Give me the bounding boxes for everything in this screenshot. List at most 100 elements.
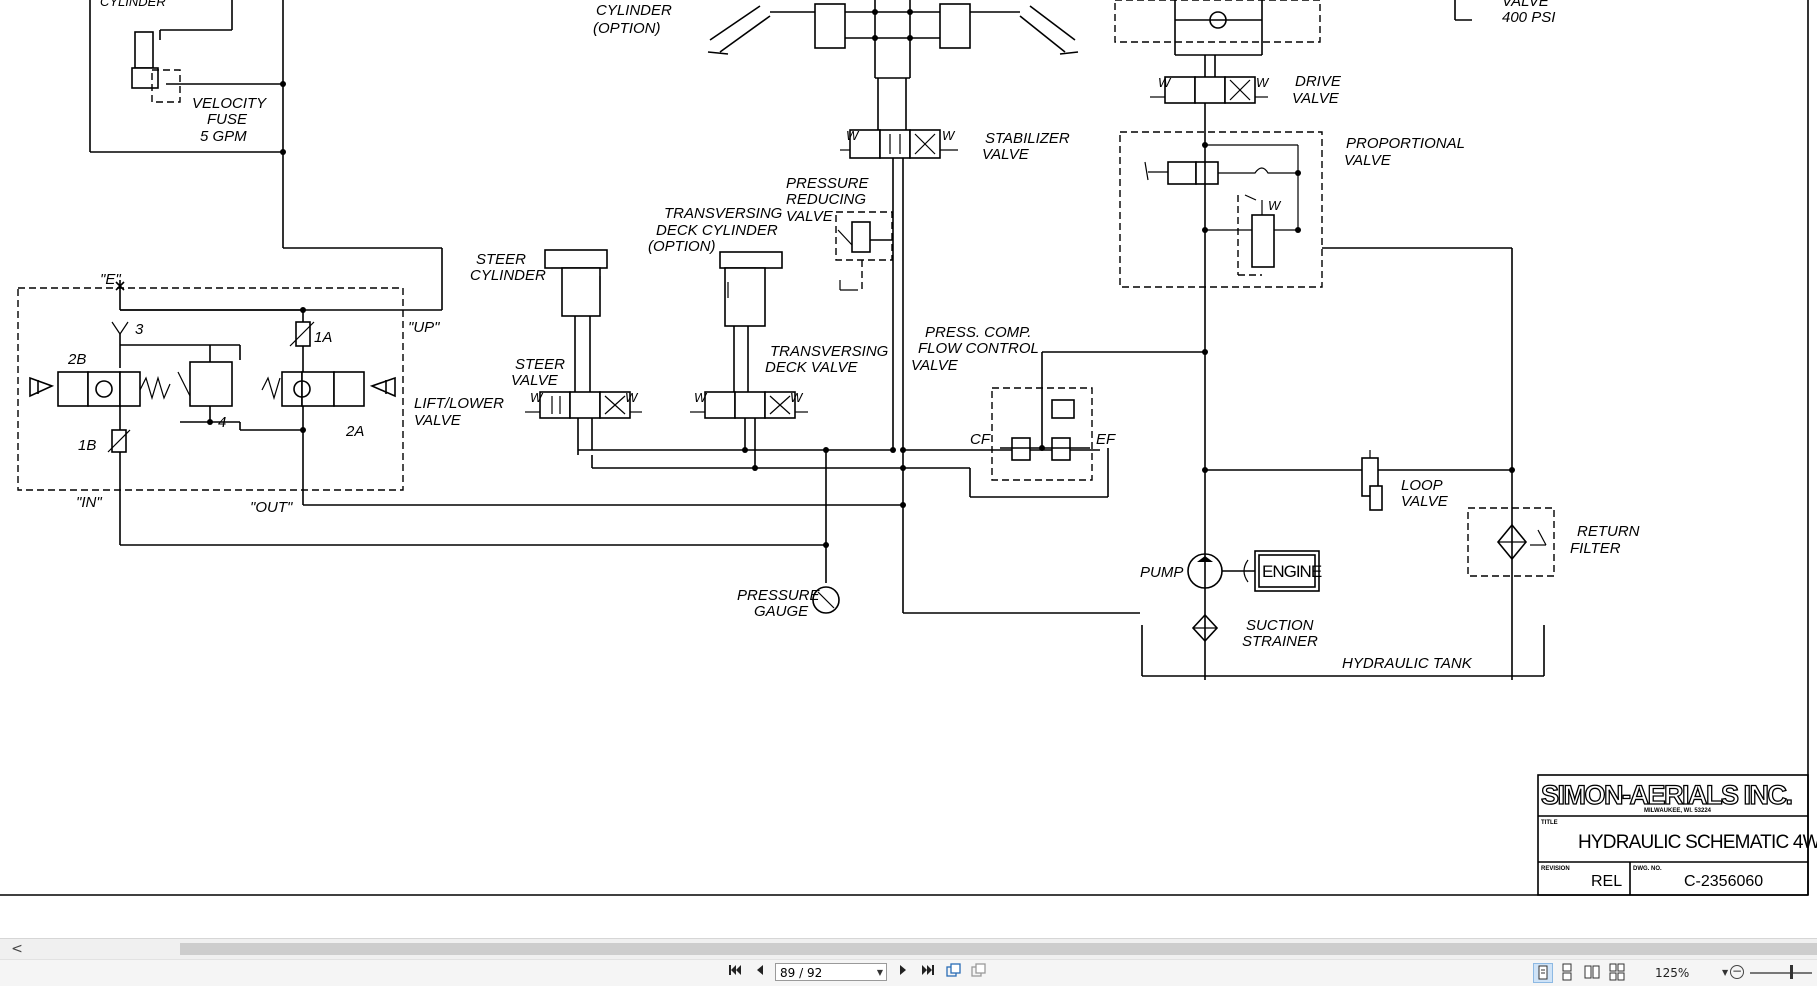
bottom-toolbar: 89 / 92 ▼ 125% ▼ − (0, 959, 1817, 986)
label-stabilizer-valve: STABILIZER (985, 130, 1070, 147)
single-page-icon (1538, 965, 1548, 980)
zoom-out-icon[interactable]: − (1730, 965, 1744, 979)
label-trans-deck-cylinder: TRANSVERSING (664, 205, 783, 222)
label-1a: 1A (314, 329, 332, 346)
zoom-dropdown-icon[interactable]: ▼ (1722, 963, 1728, 983)
label-press-comp: FLOW CONTROL (918, 340, 1039, 357)
label-pressure-reducing: REDUCING (786, 191, 866, 208)
previous-view-icon (946, 963, 961, 977)
previous-page-icon (757, 965, 763, 975)
label-velocity-fuse: VELOCITY (192, 95, 267, 112)
facing-pages-icon (1584, 965, 1600, 979)
label-2a: 2A (345, 423, 364, 440)
center-lines (578, 447, 1140, 614)
label-drive-valve: DRIVE (1295, 73, 1342, 90)
label-suction-strainer: SUCTION (1246, 617, 1314, 634)
proportional-valve (1119, 103, 1513, 680)
label-cylinder-option: (OPTION) (593, 20, 661, 37)
label-steer-cylinder: STEER (476, 251, 526, 268)
pressure-reducing-valve (835, 211, 893, 291)
next-view-icon (971, 963, 986, 977)
label-out: "OUT" (250, 499, 293, 516)
scroll-left-button[interactable]: < (10, 939, 24, 959)
label-4: 4 (218, 414, 226, 431)
label-cylinder-top: CYLINDER (100, 0, 166, 9)
label-trans-deck-cylinder: DECK CYLINDER (656, 222, 778, 239)
facing-view-button[interactable] (1583, 963, 1603, 983)
label-trans-deck-cylinder: (OPTION) (648, 238, 716, 255)
zoom-level[interactable]: 125% (1655, 963, 1689, 983)
flow-control-valve (991, 349, 1208, 481)
label-trans-deck-valve: DECK VALVE (765, 359, 859, 376)
next-view-button[interactable] (969, 963, 989, 983)
single-page-view-button[interactable] (1533, 963, 1553, 983)
scrollbar-thumb[interactable] (180, 943, 1817, 955)
zoom-slider-track[interactable] (1750, 972, 1812, 974)
first-page-icon (729, 965, 741, 975)
last-page-icon (922, 965, 934, 975)
loop-valve (1202, 450, 1515, 511)
continuous-facing-view-button[interactable] (1608, 963, 1628, 983)
label-w: W (625, 390, 639, 405)
page-number-value: 89 / 92 (780, 966, 823, 980)
label-stabilizer-valve: VALVE (982, 146, 1030, 163)
chevron-down-icon[interactable]: ▼ (877, 964, 883, 982)
next-page-button[interactable] (893, 963, 913, 983)
last-page-button[interactable] (918, 963, 938, 983)
label-proportional-valve: PROPORTIONAL (1346, 135, 1465, 152)
label-1b: 1B (78, 437, 96, 454)
label-return-filter: RETURN (1577, 523, 1640, 540)
next-page-icon (900, 965, 906, 975)
label-cylinder-option: CYLINDER (596, 2, 672, 19)
stabilizer-cylinders (707, 0, 1079, 130)
label-ef: EF (1096, 431, 1116, 448)
label-e: "E" (100, 271, 121, 288)
label-loop-valve: VALVE (1401, 493, 1449, 510)
label-pressure-gauge: PRESSURE (737, 587, 821, 604)
continuous-view-button[interactable] (1558, 963, 1578, 983)
label-trans-deck-valve: TRANSVERSING (770, 343, 889, 360)
label-w: W (846, 128, 860, 143)
label-pressure-reducing: PRESSURE (786, 175, 870, 192)
label-w: W (1268, 198, 1282, 213)
label-return-filter: FILTER (1570, 540, 1621, 557)
previous-page-button[interactable] (750, 963, 770, 983)
page-number-field[interactable]: 89 / 92 ▼ (775, 963, 887, 981)
drawing-number: C-2356060 (1684, 873, 1763, 890)
label-press-comp: VALVE (911, 357, 959, 374)
label-loop-valve: LOOP (1401, 477, 1443, 494)
label-w: W (790, 390, 804, 405)
zoom-slider-handle[interactable] (1790, 965, 1793, 979)
company-logo: SIMON-AERIALS INC. (1541, 780, 1792, 810)
schematic-drawing: CYLINDER VELOCITY FUSE 5 GPM CYLINDER (O… (0, 0, 1817, 896)
previous-view-button[interactable] (944, 963, 964, 983)
label-velocity-fuse: FUSE (207, 111, 248, 128)
revision-caption: REVISION (1541, 866, 1570, 872)
continuous-facing-icon (1609, 963, 1625, 981)
label-cf: CF (970, 431, 991, 448)
label-steer-valve: STEER (515, 356, 565, 373)
velocity-fuse (89, 0, 443, 311)
label-2b: 2B (67, 351, 86, 368)
label-valve-400: 400 PSI (1502, 9, 1555, 26)
label-engine: ENGINE (1262, 562, 1322, 581)
label-3: 3 (135, 321, 144, 338)
company-address: MILWAUKEE, WI. 53224 (1644, 808, 1712, 814)
label-steer-valve: VALVE (511, 372, 559, 389)
first-page-button[interactable] (725, 963, 745, 983)
dwg-caption: DWG. NO. (1633, 866, 1662, 872)
label-w: W (942, 128, 956, 143)
label-up: "UP" (408, 319, 440, 336)
label-w: W (694, 390, 708, 405)
drawing-title: HYDRAULIC SCHEMATIC 4WD (1578, 832, 1817, 853)
continuous-page-icon (1562, 963, 1572, 981)
label-w: W (530, 390, 544, 405)
label-press-comp: PRESS. COMP. (925, 324, 1031, 341)
label-w: W (1256, 75, 1270, 90)
revision-value: REL (1591, 873, 1622, 890)
horizontal-scrollbar[interactable]: < (0, 938, 1817, 960)
label-lift-lower-valve: VALVE (414, 412, 462, 429)
label-pump: PUMP (1140, 564, 1183, 581)
title-caption: TITLE (1541, 820, 1558, 826)
label-drive-valve: VALVE (1292, 90, 1340, 107)
